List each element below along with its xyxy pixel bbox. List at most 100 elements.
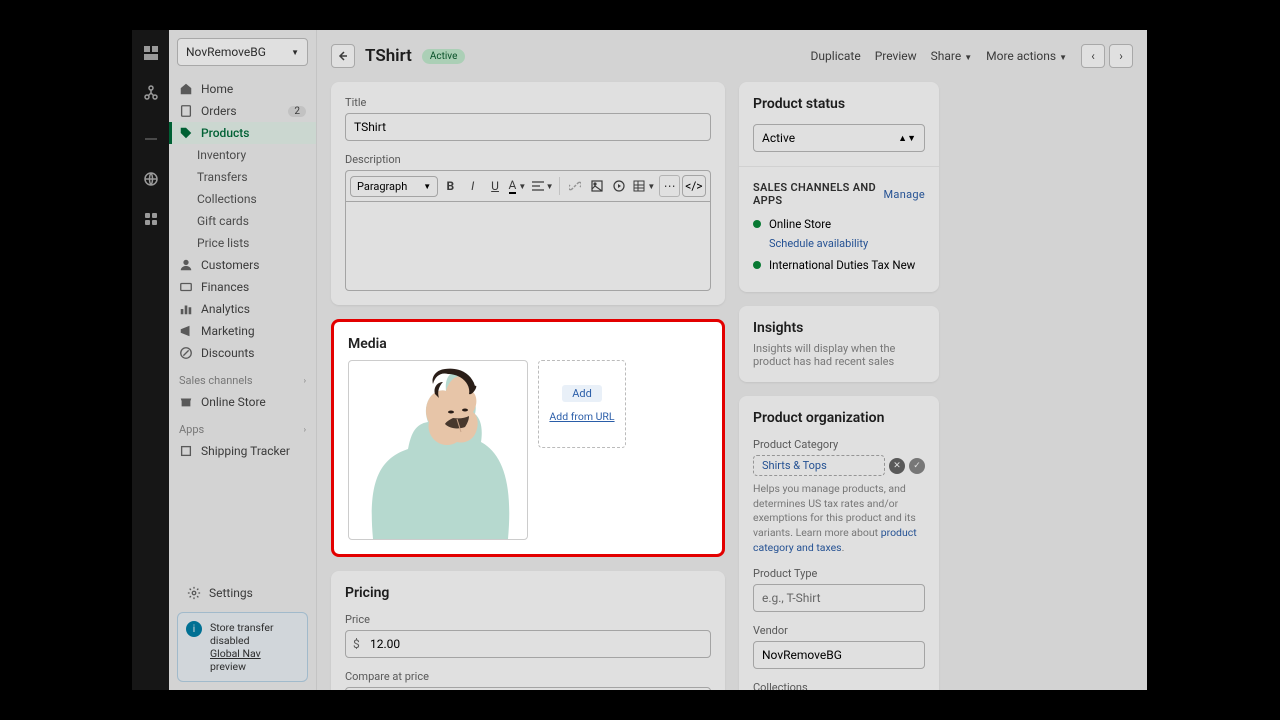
channel-online-store: Online Store xyxy=(753,217,925,231)
nav-customers[interactable]: Customers xyxy=(169,254,316,276)
type-label: Product Type xyxy=(753,567,925,580)
nav-sales-channels-label[interactable]: Sales channels› xyxy=(169,364,316,391)
media-add-zone[interactable]: Add Add from URL xyxy=(538,360,626,448)
currency-symbol: $ xyxy=(353,637,360,651)
channels-label: SALES CHANNELS AND APPS xyxy=(753,181,884,207)
manage-channels-link[interactable]: Manage xyxy=(884,188,925,201)
nav-home[interactable]: Home xyxy=(169,78,316,100)
vendor-input[interactable] xyxy=(753,641,925,669)
chevron-right-icon: › xyxy=(304,425,306,434)
link-button[interactable] xyxy=(564,175,584,197)
nav-gift-cards[interactable]: Gift cards xyxy=(169,210,316,232)
apps-icon[interactable] xyxy=(142,210,160,228)
duplicate-button[interactable]: Duplicate xyxy=(811,49,861,63)
shop-selector[interactable]: NovRemoveBG ▼ xyxy=(177,38,308,66)
dashboard-icon[interactable] xyxy=(142,44,160,62)
status-dot-icon xyxy=(753,261,761,269)
bold-button[interactable]: B xyxy=(440,175,460,197)
paragraph-select[interactable]: Paragraph▼ xyxy=(350,176,438,197)
more-actions-button[interactable]: More actions ▼ xyxy=(986,49,1067,63)
page-title: TShirt xyxy=(365,46,412,66)
add-media-button[interactable]: Add xyxy=(562,385,602,402)
image-button[interactable] xyxy=(587,175,607,197)
shop-name: NovRemoveBG xyxy=(186,45,266,59)
category-value[interactable]: Shirts & Tops xyxy=(753,455,885,476)
status-dot-icon xyxy=(753,220,761,228)
network-icon[interactable] xyxy=(142,84,160,102)
nav-price-lists[interactable]: Price lists xyxy=(169,232,316,254)
transfer-alert: i Store transfer disabled Global Nav pre… xyxy=(177,612,308,682)
page-header: TShirt Active Duplicate Preview Share ▼ … xyxy=(331,30,1133,82)
pricing-label: Pricing xyxy=(345,585,711,601)
code-view-button[interactable]: </> xyxy=(682,175,706,197)
description-editor[interactable] xyxy=(345,201,711,291)
info-icon: i xyxy=(186,621,202,637)
more-formatting-button[interactable]: ⋯ xyxy=(659,175,680,197)
price-input[interactable] xyxy=(345,630,711,658)
type-input[interactable] xyxy=(753,584,925,612)
nav-transfers[interactable]: Transfers xyxy=(169,166,316,188)
title-label: Title xyxy=(345,96,711,109)
remove-category-button[interactable]: ✕ xyxy=(889,458,905,474)
nav-shipping-tracker[interactable]: Shipping Tracker xyxy=(169,440,316,462)
nav-online-store[interactable]: Online Store xyxy=(169,391,316,413)
insights-text: Insights will display when the product h… xyxy=(753,342,925,368)
nav-apps-label[interactable]: Apps› xyxy=(169,413,316,440)
nav-orders[interactable]: Orders2 xyxy=(169,100,316,122)
description-label: Description xyxy=(345,153,711,166)
vendor-label: Vendor xyxy=(753,624,925,637)
underline-button[interactable]: U xyxy=(485,175,505,197)
globe-icon[interactable] xyxy=(142,170,160,188)
orders-badge: 2 xyxy=(288,106,306,117)
organization-card: Product organization Product Category Sh… xyxy=(739,396,939,690)
nav-collections[interactable]: Collections xyxy=(169,188,316,210)
add-from-url-link[interactable]: Add from URL xyxy=(549,410,614,423)
prev-product-button[interactable]: ‹ xyxy=(1081,44,1105,68)
insights-title: Insights xyxy=(753,320,925,336)
confirm-category-button[interactable]: ✓ xyxy=(909,458,925,474)
video-button[interactable] xyxy=(609,175,629,197)
media-thumbnail[interactable] xyxy=(348,360,528,540)
nav-marketing[interactable]: Marketing xyxy=(169,320,316,342)
status-select[interactable]: Active▲▼ xyxy=(753,124,925,152)
nav-finances[interactable]: Finances xyxy=(169,276,316,298)
media-card: Media Add xyxy=(331,319,725,557)
org-title: Product organization xyxy=(753,410,925,426)
text-color-button[interactable]: A▼ xyxy=(507,175,527,197)
media-label: Media xyxy=(348,336,708,352)
product-status-title: Product status xyxy=(753,96,925,112)
title-input[interactable] xyxy=(345,113,711,141)
app-icon-bar xyxy=(132,30,169,690)
title-card: Title Description Paragraph▼ B I U A▼ ▼ … xyxy=(331,82,725,305)
divider-icon xyxy=(142,130,160,148)
nav-discounts[interactable]: Discounts xyxy=(169,342,316,364)
back-button[interactable] xyxy=(331,44,355,68)
next-product-button[interactable]: › xyxy=(1109,44,1133,68)
chevron-right-icon: › xyxy=(304,376,306,385)
nav-inventory[interactable]: Inventory xyxy=(169,144,316,166)
preview-button[interactable]: Preview xyxy=(875,49,917,63)
nav-settings[interactable]: Settings xyxy=(177,580,308,606)
insights-card: Insights Insights will display when the … xyxy=(739,306,939,382)
main-content: TShirt Active Duplicate Preview Share ▼ … xyxy=(317,30,1147,690)
status-badge: Active xyxy=(422,49,466,64)
nav-analytics[interactable]: Analytics xyxy=(169,298,316,320)
editor-toolbar: Paragraph▼ B I U A▼ ▼ ▼ ⋯ </> xyxy=(345,170,711,201)
chevron-down-icon: ▼ xyxy=(291,48,299,57)
category-helper: Helps you manage products, and determine… xyxy=(753,482,925,555)
nav-products[interactable]: Products xyxy=(169,122,316,144)
collections-label: Collections xyxy=(753,681,925,690)
alert-title: Store transfer disabled xyxy=(210,621,299,647)
category-label: Product Category xyxy=(753,438,925,451)
sidebar: NovRemoveBG ▼ Home Orders2 Products Inve… xyxy=(169,30,317,690)
table-button[interactable]: ▼ xyxy=(631,175,657,197)
alert-link[interactable]: Global Nav xyxy=(210,647,261,660)
schedule-link[interactable]: Schedule availability xyxy=(769,237,925,250)
compare-price-input[interactable] xyxy=(345,687,711,690)
align-button[interactable]: ▼ xyxy=(530,175,556,197)
pricing-card: Pricing Price $ Compare at price $ ? ✓ C… xyxy=(331,571,725,690)
compare-label: Compare at price xyxy=(345,670,711,683)
share-button[interactable]: Share ▼ xyxy=(931,49,973,63)
product-status-card: Product status Active▲▼ SALES CHANNELS A… xyxy=(739,82,939,292)
italic-button[interactable]: I xyxy=(463,175,483,197)
